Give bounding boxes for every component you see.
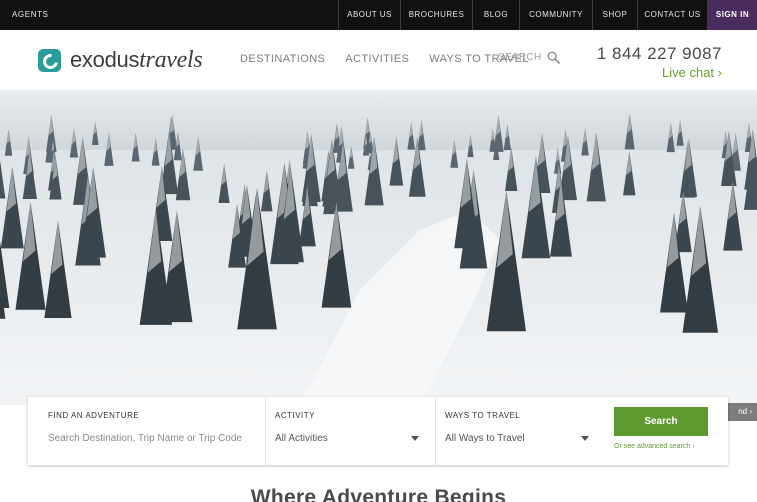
utility-nav-blog[interactable]: BLOG (472, 0, 519, 30)
expand-tab[interactable]: nd › (727, 403, 757, 421)
sign-in-button[interactable]: SIGN IN (707, 0, 757, 30)
activity-label: ACTIVITY (275, 411, 316, 420)
ways-to-travel-select[interactable]: WAYS TO TRAVEL All Ways to Travel (435, 397, 605, 465)
top-utility-bar: AGENTS ABOUT US BROCHURES BLOG COMMUNITY… (0, 0, 757, 30)
logo-wordmark-travels: travels (139, 46, 203, 73)
phone-number[interactable]: 1 844 227 9087 (597, 44, 722, 64)
utility-nav-brochures[interactable]: BROCHURES (400, 0, 472, 30)
header-search-label[interactable]: SEARCH (498, 52, 541, 63)
snowy-forest-illustration (0, 90, 757, 405)
advanced-search-link[interactable]: Or see advanced search › (614, 443, 695, 450)
utility-nav-shop[interactable]: SHOP (592, 0, 637, 30)
site-header: exodustravels DESTINATIONS ACTIVITIES WA… (0, 30, 757, 90)
header-search[interactable]: SEARCH (498, 51, 561, 64)
find-adventure-input[interactable]: Search Destination, Trip Name or Trip Co… (48, 433, 242, 444)
nav-destinations[interactable]: DESTINATIONS (240, 53, 325, 65)
agents-link[interactable]: AGENTS (12, 0, 49, 30)
ways-to-travel-value[interactable]: All Ways to Travel (445, 433, 525, 444)
search-button[interactable]: Search (614, 407, 708, 436)
utility-nav-contact-us[interactable]: CONTACT US (637, 0, 707, 30)
utility-nav: ABOUT US BROCHURES BLOG COMMUNITY SHOP C… (338, 0, 757, 30)
find-adventure-label: FIND AN ADVENTURE (48, 411, 140, 420)
utility-nav-community[interactable]: COMMUNITY (519, 0, 592, 30)
hero-image (0, 90, 757, 405)
activity-select[interactable]: ACTIVITY All Activities (265, 397, 435, 465)
logo-mark-icon (38, 48, 61, 72)
logo-wordmark: exodustravels (70, 46, 203, 74)
section-heading: Where Adventure Begins (250, 486, 507, 502)
logo-wordmark-exodus: exodus (70, 46, 140, 72)
find-adventure-field[interactable]: FIND AN ADVENTURE Search Destination, Tr… (28, 397, 265, 465)
search-icon[interactable] (547, 51, 561, 64)
nav-activities[interactable]: ACTIVITIES (345, 53, 409, 65)
activity-value[interactable]: All Activities (275, 433, 328, 444)
live-chat-link[interactable]: Live chat › (597, 65, 722, 80)
adventure-search-panel: FIND AN ADVENTURE Search Destination, Tr… (28, 397, 728, 465)
utility-nav-about-us[interactable]: ABOUT US (338, 0, 400, 30)
chevron-down-icon[interactable] (581, 436, 589, 441)
exodus-travels-logo[interactable]: exodustravels (38, 46, 203, 74)
chevron-down-icon[interactable] (411, 436, 419, 441)
ways-to-travel-label: WAYS TO TRAVEL (445, 411, 521, 420)
contact-block: 1 844 227 9087 Live chat › (597, 44, 722, 80)
